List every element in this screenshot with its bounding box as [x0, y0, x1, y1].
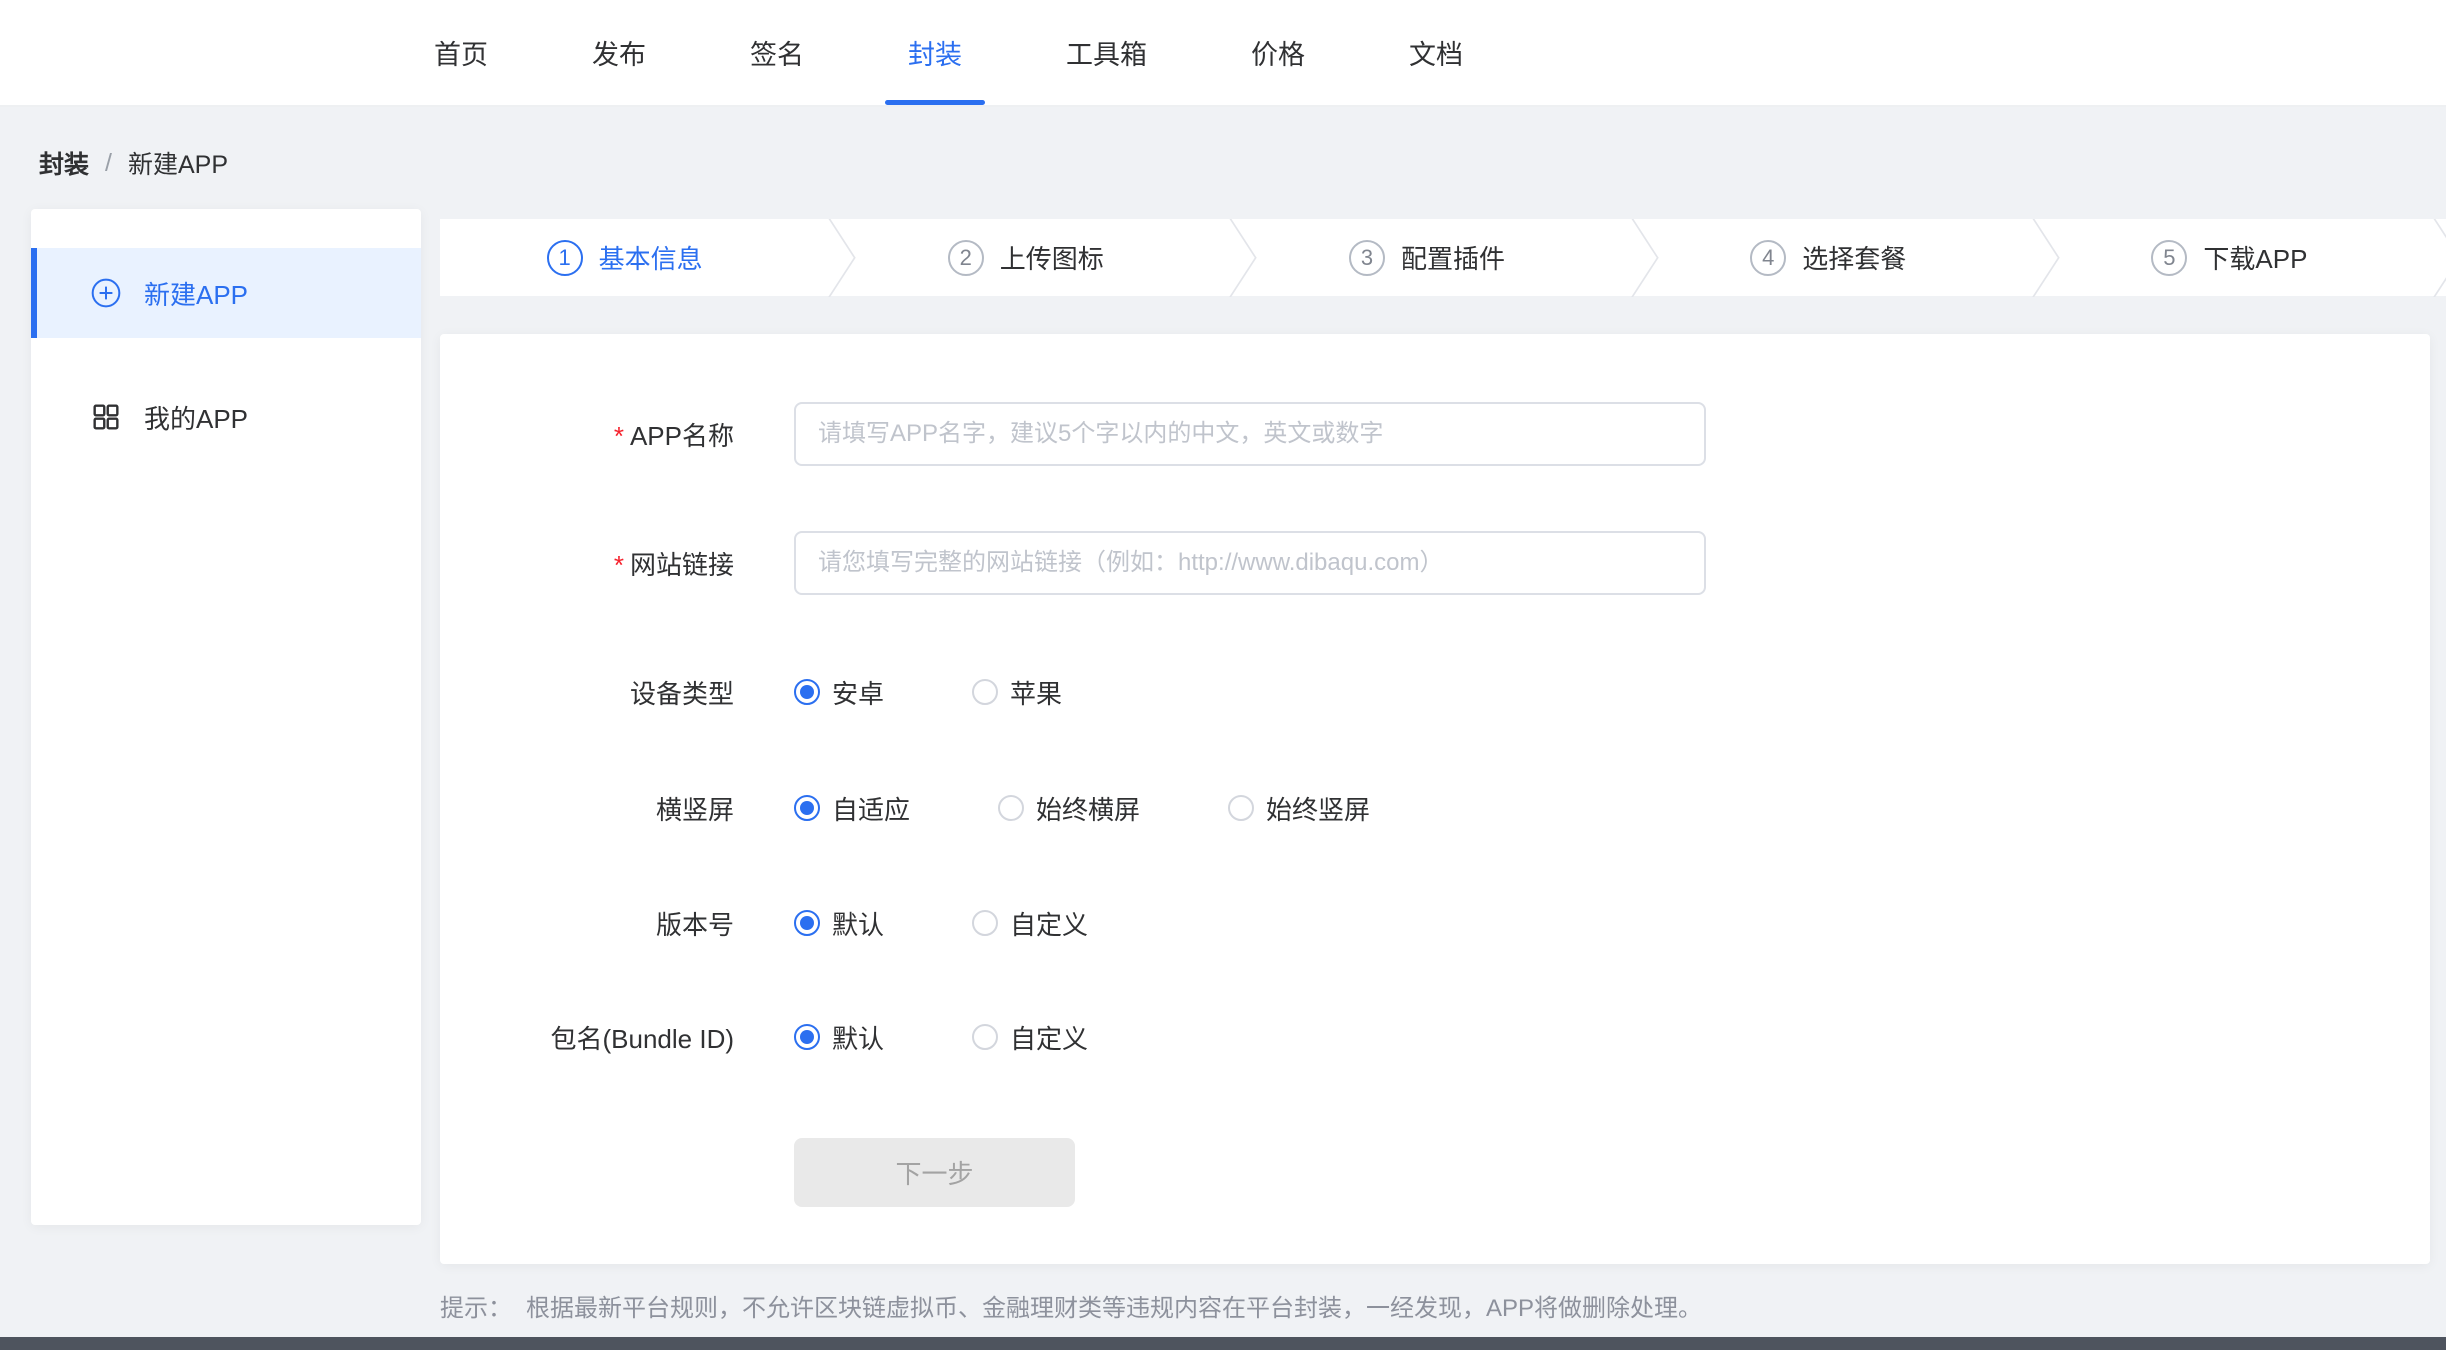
nav-item-toolbox[interactable]: 工具箱: [1043, 0, 1170, 105]
nav-item-publish[interactable]: 发布: [569, 0, 669, 105]
breadcrumb-separator: /: [105, 149, 112, 178]
bundle-id-radio-group: 默认 自定义: [794, 1019, 1088, 1056]
radio-label: 始终竖屏: [1266, 790, 1370, 827]
radio-always-landscape[interactable]: 始终横屏: [998, 790, 1140, 827]
orientation-label: 横竖屏: [440, 790, 734, 827]
site-url-row: *网站链接: [440, 531, 2430, 595]
step-number: 5: [2151, 240, 2187, 276]
radio-dot: [794, 795, 820, 821]
footer-edge: [0, 1337, 2446, 1350]
radio-dot: [794, 910, 820, 936]
nav-item-home[interactable]: 首页: [411, 0, 511, 105]
version-radio-group: 默认 自定义: [794, 905, 1088, 942]
app-name-row: *APP名称: [440, 402, 2430, 466]
radio-label: 安卓: [832, 674, 884, 711]
radio-adaptive[interactable]: 自适应: [794, 790, 910, 827]
step-number: 1: [547, 240, 583, 276]
step-label: 下载APP: [2203, 239, 2307, 276]
new-app-form-card: *APP名称 *网站链接 设备类型 安卓 苹果: [440, 334, 2430, 1264]
version-row: 版本号 默认 自定义: [440, 907, 2430, 939]
plus-circle-icon: [90, 277, 122, 309]
sidebar: 新建APP 我的APP: [31, 209, 421, 1225]
step-separator-chevron: [1612, 219, 1644, 296]
step-select-plan[interactable]: 4 选择套餐: [1644, 219, 2013, 296]
site-url-input[interactable]: [794, 531, 1706, 595]
radio-android[interactable]: 安卓: [794, 674, 884, 711]
device-type-row: 设备类型 安卓 苹果: [440, 676, 2430, 708]
required-asterisk: *: [614, 421, 624, 451]
radio-label: 自定义: [1010, 905, 1088, 942]
step-configure-plugin[interactable]: 3 配置插件: [1242, 219, 1611, 296]
nav-item-sign[interactable]: 签名: [727, 0, 827, 105]
step-number: 2: [948, 240, 984, 276]
step-label: 上传图标: [1000, 239, 1104, 276]
radio-dot: [794, 679, 820, 705]
radio-label: 自定义: [1010, 1019, 1088, 1056]
grid-icon: [90, 401, 122, 433]
step-separator-chevron: [809, 219, 841, 296]
radio-ios[interactable]: 苹果: [972, 674, 1062, 711]
next-button-row: 下一步: [440, 1138, 2430, 1207]
platform-rule-tip: 提示： 根据最新平台规则，不允许区块链虚拟币、金融理财类等违规内容在平台封装，一…: [440, 1288, 1702, 1323]
version-label: 版本号: [440, 905, 734, 942]
step-label: 选择套餐: [1802, 239, 1906, 276]
radio-dot: [972, 679, 998, 705]
step-label: 配置插件: [1401, 239, 1505, 276]
radio-dot: [1228, 795, 1254, 821]
app-name-label: *APP名称: [440, 416, 734, 453]
sidebar-item-label: 新建APP: [144, 275, 248, 312]
step-basic-info[interactable]: 1 基本信息: [440, 219, 809, 296]
orientation-row: 横竖屏 自适应 始终横屏 始终竖屏: [440, 792, 2430, 824]
nav-item-price[interactable]: 价格: [1228, 0, 1328, 105]
radio-bundle-default[interactable]: 默认: [794, 1019, 884, 1056]
breadcrumb-section[interactable]: 封装: [39, 145, 89, 181]
step-separator-chevron: [2013, 219, 2045, 296]
radio-dot: [794, 1024, 820, 1050]
step-number: 4: [1750, 240, 1786, 276]
radio-dot: [998, 795, 1024, 821]
sidebar-item-label: 我的APP: [144, 399, 248, 436]
steps-bar: 1 基本信息 2 上传图标 3 配置插件 4 选择套餐 5 下载APP: [440, 219, 2446, 296]
next-step-button[interactable]: 下一步: [794, 1138, 1075, 1207]
radio-dot: [972, 1024, 998, 1050]
tip-prefix: 提示：: [440, 1288, 512, 1323]
sidebar-item-new-app[interactable]: 新建APP: [31, 248, 421, 338]
radio-label: 默认: [832, 905, 884, 942]
breadcrumb: 封装 / 新建APP: [39, 145, 228, 181]
radio-label: 默认: [832, 1019, 884, 1056]
nav-item-package[interactable]: 封装: [885, 0, 985, 105]
bundle-id-label: 包名(Bundle ID): [440, 1019, 734, 1056]
step-separator-chevron: [1210, 219, 1242, 296]
site-url-label: *网站链接: [440, 545, 734, 582]
bundle-id-row: 包名(Bundle ID) 默认 自定义: [440, 1021, 2430, 1053]
device-type-label: 设备类型: [440, 674, 734, 711]
radio-label: 苹果: [1010, 674, 1062, 711]
step-separator-chevron: [2414, 219, 2446, 296]
sidebar-item-my-app[interactable]: 我的APP: [31, 377, 421, 457]
nav-item-docs[interactable]: 文档: [1386, 0, 1486, 105]
radio-version-custom[interactable]: 自定义: [972, 905, 1088, 942]
radio-dot: [972, 910, 998, 936]
radio-label: 始终横屏: [1036, 790, 1140, 827]
step-upload-icon[interactable]: 2 上传图标: [841, 219, 1210, 296]
app-name-input[interactable]: [794, 402, 1706, 466]
radio-always-portrait[interactable]: 始终竖屏: [1228, 790, 1370, 827]
page-body: 封装 / 新建APP 新建APP 我的APP: [0, 107, 2446, 1350]
top-nav: 首页 发布 签名 封装 工具箱 价格 文档: [0, 0, 2446, 107]
step-download-app[interactable]: 5 下载APP: [2045, 219, 2414, 296]
radio-bundle-custom[interactable]: 自定义: [972, 1019, 1088, 1056]
device-type-radio-group: 安卓 苹果: [794, 674, 1062, 711]
orientation-radio-group: 自适应 始终横屏 始终竖屏: [794, 790, 1370, 827]
radio-label: 自适应: [832, 790, 910, 827]
step-number: 3: [1349, 240, 1385, 276]
radio-version-default[interactable]: 默认: [794, 905, 884, 942]
step-label: 基本信息: [599, 239, 703, 276]
tip-text: 根据最新平台规则，不允许区块链虚拟币、金融理财类等违规内容在平台封装，一经发现，…: [526, 1288, 1702, 1323]
required-asterisk: *: [614, 550, 624, 580]
breadcrumb-current: 新建APP: [128, 145, 228, 181]
